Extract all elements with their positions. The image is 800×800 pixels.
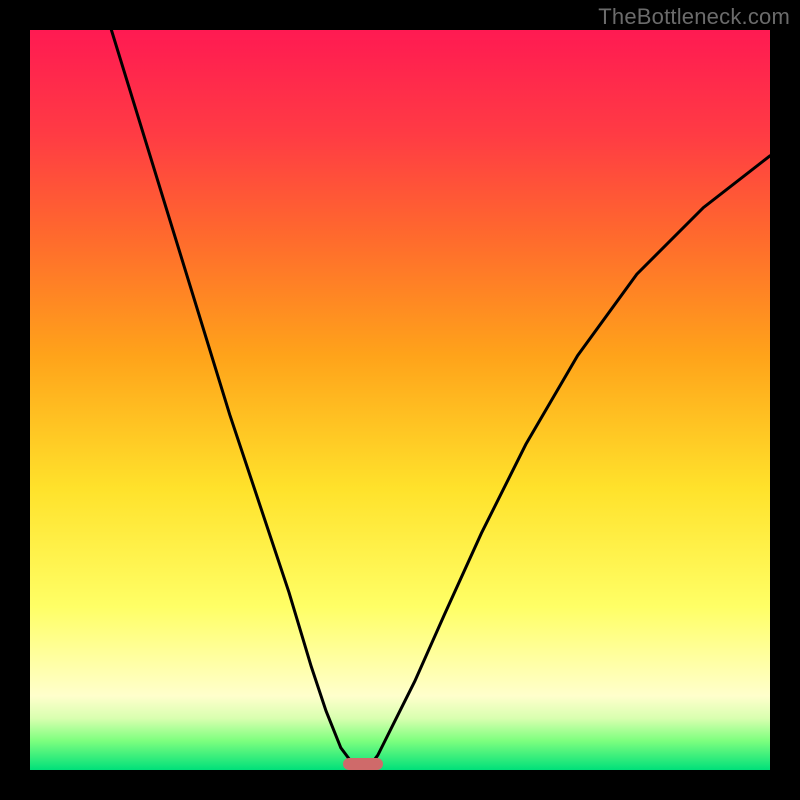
plot-area: [30, 30, 770, 770]
chart-frame: TheBottleneck.com: [0, 0, 800, 800]
curve-left: [111, 30, 359, 770]
bottleneck-marker: [343, 758, 384, 770]
watermark-text: TheBottleneck.com: [598, 4, 790, 30]
curve-right: [367, 156, 770, 770]
curves-layer: [30, 30, 770, 770]
